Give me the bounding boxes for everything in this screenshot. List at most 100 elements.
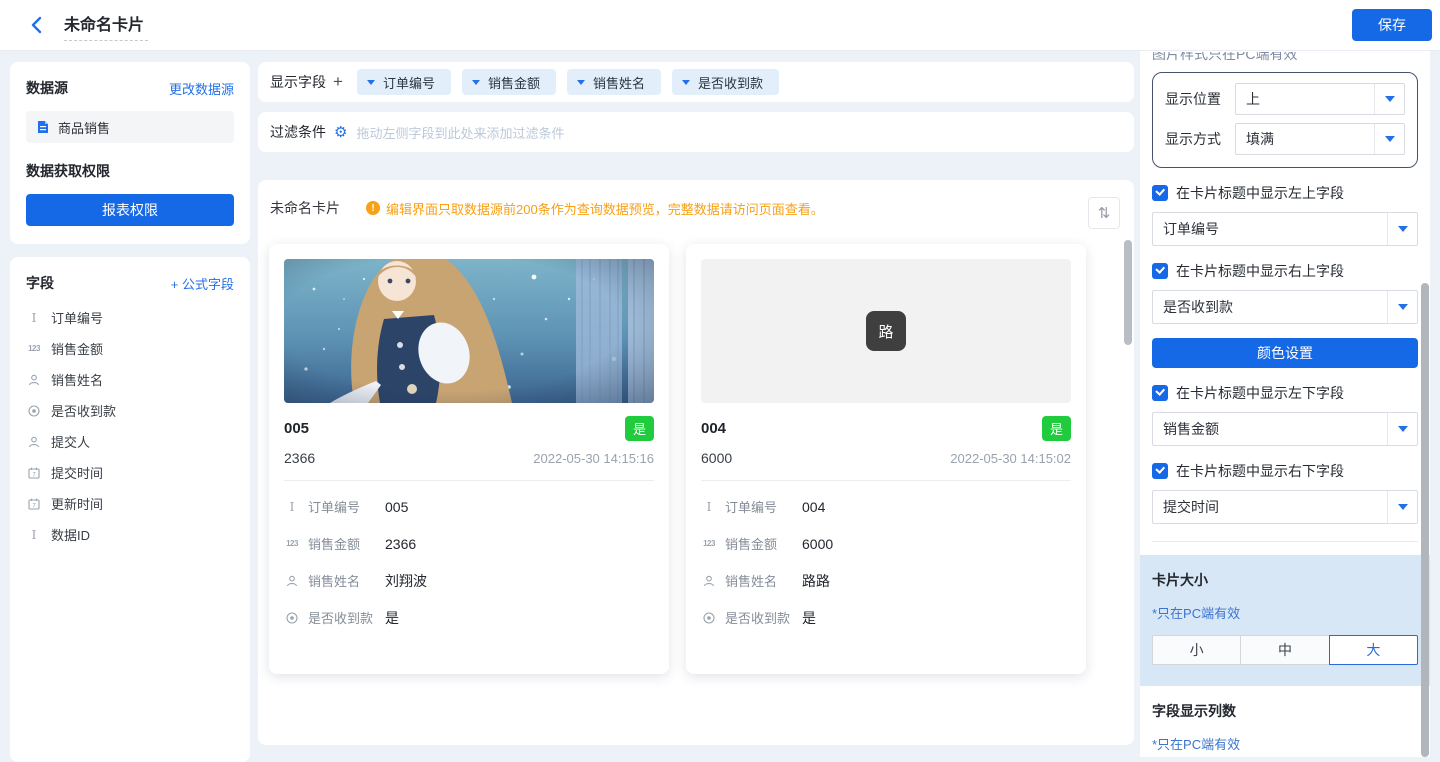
- card-size-option-large[interactable]: 大: [1328, 635, 1418, 665]
- card-size-heading: 卡片大小: [1152, 572, 1208, 588]
- display-mode-select[interactable]: 填满: [1235, 123, 1405, 155]
- field-item[interactable]: 销售姓名: [26, 364, 234, 395]
- card-field-label: 是否收到款: [725, 611, 791, 626]
- field-item[interactable]: I 数据ID: [26, 519, 234, 550]
- card-field-list: I 订单编号 005 123 销售金额 2366 销售姓名 刘翔波 是否收到款 是: [284, 488, 654, 636]
- filter-label: 过滤条件: [270, 124, 326, 140]
- field-label: 更新时间: [51, 497, 104, 512]
- select-value: 订单编号: [1163, 221, 1219, 237]
- card-field-row: 销售姓名 路路: [701, 562, 1071, 599]
- field-list: I 订单编号 123 销售金额 销售姓名 是否收到款 提交人 7 提交时间 7 …: [26, 302, 234, 550]
- add-formula-field-link[interactable]: + 公式字段: [171, 274, 234, 293]
- fields-panel: 字段 + 公式字段 I 订单编号 123 销售金额 销售姓名 是否收到款 提交人…: [10, 257, 250, 762]
- card-field-value: 004: [802, 498, 826, 515]
- back-icon[interactable]: [26, 15, 46, 35]
- sort-icon: ⇅: [1097, 205, 1111, 222]
- bottom-left-field-select[interactable]: 销售金额: [1152, 412, 1418, 446]
- card-field-row: 123 销售金额 2366: [284, 525, 654, 562]
- field-chip[interactable]: 销售姓名: [566, 69, 661, 95]
- toggle-bottom-left-field[interactable]: 在卡片标题中显示左下字段: [1152, 383, 1418, 403]
- card-size-option-small[interactable]: 小: [1152, 635, 1242, 665]
- checkbox-checked-icon[interactable]: [1152, 385, 1168, 401]
- add-display-field-icon[interactable]: +: [333, 72, 343, 92]
- chevron-down-icon: [1387, 413, 1417, 445]
- status-badge: 是: [624, 416, 654, 441]
- display-position-select[interactable]: 上: [1235, 83, 1405, 115]
- status-badge: 是: [1041, 416, 1071, 441]
- save-button[interactable]: 保存: [1352, 9, 1432, 41]
- card-field-value: 2366: [385, 535, 417, 552]
- filter-bar: 过滤条件 ⚙ 拖动左侧字段到此处来添加过滤条件: [258, 112, 1134, 152]
- field-item[interactable]: 7 提交时间: [26, 457, 234, 488]
- divider: [284, 480, 654, 481]
- display-field-chips: 订单编号 销售金额 销售姓名 是否收到款: [356, 69, 779, 95]
- change-datasource-link[interactable]: 更改数据源: [169, 79, 234, 98]
- text-field-icon: I: [289, 499, 295, 514]
- toggle-bottom-right-field[interactable]: 在卡片标题中显示右下字段: [1152, 461, 1418, 481]
- checkbox-checked-icon[interactable]: [1152, 263, 1168, 279]
- datasource-heading: 数据源: [26, 80, 68, 96]
- gear-icon[interactable]: ⚙: [334, 123, 347, 141]
- preview-scrollbar[interactable]: [1124, 240, 1132, 345]
- radio-field-icon: [284, 611, 300, 624]
- field-item[interactable]: 7 更新时间: [26, 488, 234, 519]
- field-item[interactable]: 123 销售金额: [26, 333, 234, 364]
- card-image: [284, 259, 654, 403]
- avatar-tile: 路: [866, 311, 906, 351]
- permission-heading: 数据获取权限: [26, 163, 110, 179]
- field-chip[interactable]: 订单编号: [356, 69, 451, 95]
- warning-text: 编辑界面只取数据源前200条作为查询数据预览，完整数据请访问页面查看。: [386, 201, 824, 217]
- card-size-option-medium[interactable]: 中: [1240, 635, 1330, 665]
- data-card[interactable]: 路 004 是 6000 2022-05-30 14:15:02 I 订单编号 0…: [686, 244, 1086, 674]
- field-label: 提交人: [51, 435, 91, 450]
- field-item[interactable]: 提交人: [26, 426, 234, 457]
- data-card[interactable]: 005 是 2366 2022-05-30 14:15:16 I 订单编号 005…: [269, 244, 669, 674]
- user-field-icon: [701, 575, 717, 587]
- field-columns-section: 字段显示列数 *只在PC端有效 1列 2列: [1140, 686, 1430, 757]
- sort-button[interactable]: ⇅: [1088, 197, 1120, 229]
- card-field-row: I 订单编号 004: [701, 488, 1071, 525]
- checkbox-label: 在卡片标题中显示右上字段: [1176, 263, 1344, 279]
- field-chip[interactable]: 是否收到款: [671, 69, 779, 95]
- fields-heading: 字段: [26, 275, 54, 291]
- bottom-right-field-select[interactable]: 提交时间: [1152, 490, 1418, 524]
- number-field-icon: 123: [703, 539, 715, 548]
- plus-icon: +: [170, 276, 179, 292]
- top-bar: 未命名卡片 保存: [0, 0, 1440, 50]
- checkbox-checked-icon[interactable]: [1152, 185, 1168, 201]
- checkbox-label: 在卡片标题中显示左下字段: [1176, 385, 1344, 401]
- report-permission-button[interactable]: 报表权限: [26, 194, 234, 226]
- chevron-down-icon: [1374, 84, 1404, 114]
- user-field-icon: [26, 436, 42, 448]
- card-field-row: I 订单编号 005: [284, 488, 654, 525]
- card-list: 005 是 2366 2022-05-30 14:15:16 I 订单编号 005…: [269, 244, 1123, 674]
- card-field-label: 订单编号: [725, 500, 778, 515]
- field-chip[interactable]: 销售金额: [461, 69, 556, 95]
- select-value: 是否收到款: [1163, 299, 1233, 315]
- card-field-value: 6000: [802, 535, 834, 552]
- top-left-field-select[interactable]: 订单编号: [1152, 212, 1418, 246]
- card-field-value: 刘翔波: [385, 572, 427, 589]
- toggle-top-left-field[interactable]: 在卡片标题中显示左上字段: [1152, 183, 1418, 203]
- card-title: 004: [701, 420, 727, 437]
- text-field-icon: I: [31, 310, 37, 325]
- page-title[interactable]: 未命名卡片: [64, 9, 149, 41]
- checkbox-checked-icon[interactable]: [1152, 463, 1168, 479]
- preview-title: 未命名卡片: [270, 200, 340, 216]
- calendar-field-icon: 7: [26, 467, 42, 479]
- text-field-icon: I: [706, 499, 712, 514]
- settings-scrollbar[interactable]: [1421, 283, 1429, 757]
- display-position-label: 显示位置: [1165, 91, 1221, 107]
- card-field-row: 123 销售金额 6000: [701, 525, 1071, 562]
- card-field-row: 销售姓名 刘翔波: [284, 562, 654, 599]
- field-columns-heading: 字段显示列数: [1152, 703, 1236, 719]
- chevron-down-icon: [471, 79, 480, 85]
- filter-dropzone-placeholder[interactable]: 拖动左侧字段到此处来添加过滤条件: [356, 123, 564, 142]
- field-item[interactable]: 是否收到款: [26, 395, 234, 426]
- number-field-icon: 123: [28, 344, 40, 353]
- field-item[interactable]: I 订单编号: [26, 302, 234, 333]
- color-settings-button[interactable]: 颜色设置: [1152, 338, 1418, 368]
- top-right-field-select[interactable]: 是否收到款: [1152, 290, 1418, 324]
- datasource-item[interactable]: 商品销售: [26, 111, 234, 143]
- toggle-top-right-field[interactable]: 在卡片标题中显示右上字段: [1152, 261, 1418, 281]
